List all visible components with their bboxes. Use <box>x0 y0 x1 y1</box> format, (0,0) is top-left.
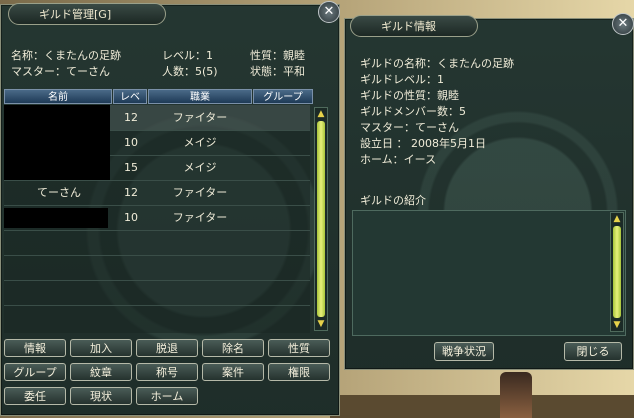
close-icon: ✕ <box>323 4 335 19</box>
expel-button[interactable]: 除名 <box>202 339 264 357</box>
member-job: ファイター <box>172 111 228 124</box>
member-name: てーさん <box>37 186 81 199</box>
guild-nature: 性質：親睦 <box>250 49 305 62</box>
member-level: 10 <box>124 211 138 224</box>
guild-master: マスター：てーさん <box>11 65 110 78</box>
info-window-close-button[interactable]: ✕ <box>612 13 634 35</box>
redacted-name <box>4 208 108 228</box>
intro-text-area <box>352 210 626 336</box>
delegate-button[interactable]: 委任 <box>4 387 66 405</box>
member-job: メイジ <box>183 136 217 149</box>
scroll-down-icon[interactable]: ▼ <box>315 319 327 329</box>
join-button[interactable]: 加入 <box>70 339 132 357</box>
scroll-thumb[interactable] <box>613 226 621 318</box>
intro-scrollbar[interactable]: ▲ ▼ <box>610 212 624 332</box>
info-guild-nature: ギルドの性質：親睦 <box>360 89 459 102</box>
empty-row <box>4 230 310 256</box>
member-level: 12 <box>124 186 138 199</box>
group-button[interactable]: グループ <box>4 363 66 381</box>
column-header-name[interactable]: 名前 <box>4 89 112 104</box>
scroll-up-icon[interactable]: ▲ <box>611 214 623 224</box>
info-founded-date: 設立日 ： 2008年5月1日 <box>360 137 486 150</box>
column-header-group[interactable]: グループ <box>253 89 313 104</box>
leave-button[interactable]: 脱退 <box>136 339 198 357</box>
scroll-down-icon[interactable]: ▼ <box>611 320 623 330</box>
proposal-button[interactable]: 案件 <box>202 363 264 381</box>
guild-level: レベル：1 <box>162 49 213 62</box>
member-level: 15 <box>124 161 138 174</box>
member-level: 12 <box>124 111 138 124</box>
home-button[interactable]: ホーム <box>136 387 198 405</box>
guild-window-title: ギルド管理[G] <box>8 3 166 25</box>
member-job: メイジ <box>183 161 217 174</box>
guild-window-close-button[interactable]: ✕ <box>318 1 340 23</box>
info-window-title: ギルド情報 <box>350 15 478 37</box>
member-job: ファイター <box>172 186 228 199</box>
member-list-scrollbar[interactable]: ▲ ▼ <box>314 107 328 331</box>
player-character <box>500 372 532 418</box>
scroll-thumb[interactable] <box>317 121 325 317</box>
guild-member-count: 人数：5(5) <box>162 65 218 78</box>
info-member-count: ギルドメンバー数：5 <box>360 105 466 118</box>
member-row[interactable]: てーさん 12 ファイター <box>4 180 310 206</box>
title-button[interactable]: 称号 <box>136 363 198 381</box>
info-master: マスター：てーさん <box>360 121 459 134</box>
info-guild-level: ギルドレベル：1 <box>360 73 444 86</box>
guild-name: 名称：くまたんの足跡 <box>11 49 121 62</box>
column-header-job[interactable]: 職業 <box>148 89 252 104</box>
game-floor <box>330 395 634 418</box>
empty-row <box>4 280 310 306</box>
info-home: ホーム：イース <box>360 153 437 166</box>
close-icon: ✕ <box>617 16 629 31</box>
emblem-button[interactable]: 紋章 <box>70 363 132 381</box>
intro-label: ギルドの紹介 <box>360 194 426 207</box>
empty-row <box>4 305 310 330</box>
authority-button[interactable]: 権限 <box>268 363 330 381</box>
info-button[interactable]: 情報 <box>4 339 66 357</box>
guild-status: 状態：平和 <box>250 65 305 78</box>
redacted-names <box>4 105 110 180</box>
member-level: 10 <box>124 136 138 149</box>
nature-button[interactable]: 性質 <box>268 339 330 357</box>
info-guild-name: ギルドの名称：くまたんの足跡 <box>360 57 514 70</box>
war-status-button[interactable]: 戦争状況 <box>434 342 494 361</box>
member-job: ファイター <box>172 211 228 224</box>
close-button[interactable]: 閉じる <box>564 342 622 361</box>
scroll-up-icon[interactable]: ▲ <box>315 109 327 119</box>
column-header-level[interactable]: レベ <box>113 89 147 104</box>
current-status-button[interactable]: 現状 <box>70 387 132 405</box>
empty-row <box>4 255 310 281</box>
